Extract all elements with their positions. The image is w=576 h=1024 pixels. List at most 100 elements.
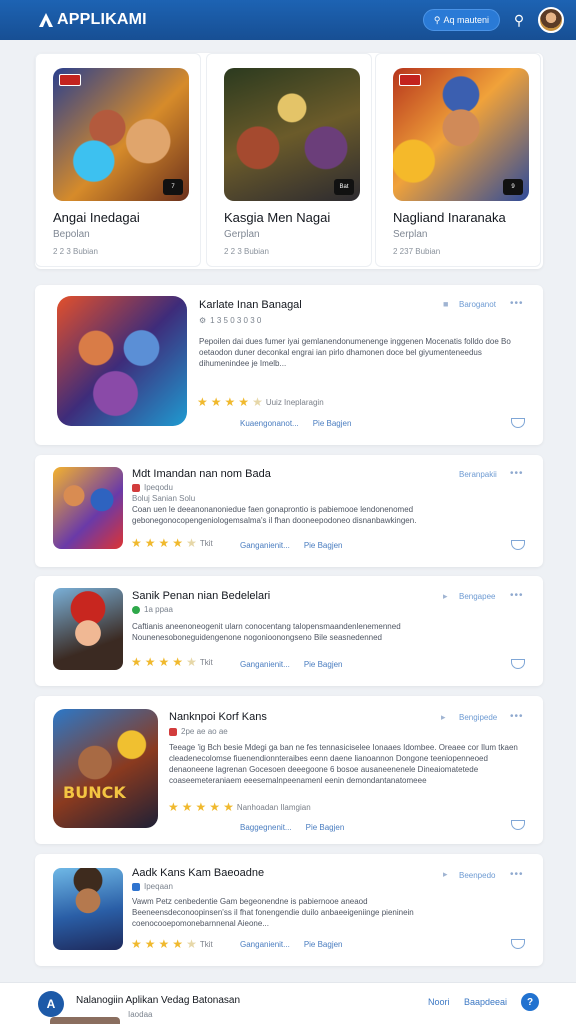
avatar[interactable] [538,7,564,33]
star-icon: ★ [209,800,221,814]
star-icon: ★ [210,395,222,409]
developer-icon [169,727,177,736]
help-icon[interactable]: ? [521,993,539,1011]
rating: ★ ★ ★ ★ ★ Tkit [131,938,213,950]
featured-sub-2: Gerplan [224,229,260,240]
item-category[interactable]: Beenpedo [459,871,495,880]
heart-icon[interactable] [511,820,525,830]
item-meta-text: Ipeqodu [144,483,173,492]
app-thumbnail[interactable]: BUNCK [53,709,158,828]
item-actions: Baggegnenit... Pie Bagjen [240,823,344,832]
heart-icon[interactable] [511,659,525,669]
heart-icon[interactable] [511,418,525,428]
featured-title-3: Nagliand Inaranaka [393,210,506,225]
action-link-1[interactable]: Ganganienit... [240,660,290,669]
developer-icon [132,483,140,492]
star-icon: ★ [172,655,184,669]
item-actions: Ganganienit... Pie Bagjen [240,660,343,669]
header-action-button[interactable]: ⚲ Aq mauteni [422,9,500,31]
footer-link-1[interactable]: Noori [428,997,450,1007]
rating-text: Nanhoadan Ilamgian [236,802,311,812]
list-item[interactable]: Sanik Penan nian Bedelelari 1a ppaa ▸ Be… [35,576,543,686]
rating-text: Tkit [199,657,213,667]
action-link-2[interactable]: Pie Bagjen [313,419,352,428]
action-link-1[interactable]: Baggegnenit... [240,823,292,832]
featured-title-2: Kasgia Men Nagai [224,210,331,225]
list-item[interactable]: Karlate Inan Banagal ⚙ 1 3 5 0 3 0 3 0 ■ … [35,285,543,445]
featured-card-1[interactable]: 7 Angai Inedagai Bepolan 2 2 3 Bubian [35,53,201,267]
star-icon: ★ [186,937,197,951]
item-sub-meta: Boluj Sanian Solu [132,494,196,503]
action-link-2[interactable]: Pie Bagjen [304,660,343,669]
app-thumbnail[interactable] [53,868,123,950]
star-icon: ★ [238,395,250,409]
star-icon: ★ [168,800,179,814]
share-icon[interactable]: ■ [443,299,448,309]
game-logo-tag [59,74,81,86]
action-link-1[interactable]: Ganganienit... [240,541,290,550]
item-title: Sanik Penan nian Bedelelari [132,590,271,602]
star-icon: ★ [172,536,184,550]
app-logo[interactable]: APPLIKAMI [38,11,147,29]
item-meta: ⚙ 1 3 5 0 3 0 3 0 [199,316,261,325]
star-icon: ★ [197,395,208,409]
info-icon[interactable]: ▸ [443,591,448,602]
item-meta: Ipeqaan [132,882,173,891]
star-icon: ★ [158,536,170,550]
more-icon[interactable]: ••• [510,711,524,722]
search-small-icon: ⚲ [433,14,441,25]
app-thumbnail[interactable] [53,467,123,549]
rating: ★ ★ ★ ★ ★ Uuiz Ineplaragin [197,396,324,408]
search-icon[interactable]: ⚲ [510,12,528,29]
item-category[interactable]: Baroganot [459,300,496,309]
action-link-2[interactable]: Pie Bagjen [304,541,343,550]
list-item[interactable]: BUNCK Nanknpoi Korf Kans 2pe ae ao ae ▸ … [35,696,543,844]
featured-image-1[interactable]: 7 [53,68,189,201]
heart-icon[interactable] [511,540,525,550]
action-link-2[interactable]: Pie Bagjen [306,823,345,832]
more-icon[interactable]: ••• [510,590,524,601]
more-icon[interactable]: ••• [510,869,524,880]
action-link-1[interactable]: Kuaengonanot... [240,419,299,428]
featured-image-2[interactable]: Bat [224,68,360,201]
rating: ★ ★ ★ ★ ★ Tkit [131,656,213,668]
item-description: Teeage 'ig Bch besie Mdegi ga ban ne fes… [169,743,518,785]
action-link-1[interactable]: Ganganienit... [240,940,290,949]
featured-row: 7 Angai Inedagai Bepolan 2 2 3 Bubian Ba… [35,53,543,269]
item-meta: 2pe ae ao ae [169,727,228,736]
footer-logo[interactable]: A [38,991,64,1017]
app-thumbnail[interactable] [57,296,187,426]
action-link-2[interactable]: Pie Bagjen [304,940,343,949]
app-thumbnail[interactable] [53,588,123,670]
featured-title-1: Angai Inedagai [53,210,140,225]
item-actions: Ganganienit... Pie Bagjen [240,940,343,949]
list-item[interactable]: Mdt Imandan nan nom Bada Ipeqodu Boluj S… [35,455,543,567]
item-category[interactable]: Bengipede [459,713,497,722]
heart-icon[interactable] [511,939,525,949]
featured-card-3[interactable]: 9 Nagliand Inaranaka Serplan 2 237 Bubia… [375,53,541,267]
item-meta: Ipeqodu [132,483,173,492]
featured-image-3[interactable]: 9 [393,68,529,201]
item-meta-text: Ipeqaan [144,882,173,891]
featured-meta-3: 2 237 Bubian [393,247,441,256]
rating-text: Uuiz Ineplaragin [265,397,324,407]
list-item[interactable]: Aadk Kans Kam Baeoadne Ipeqaan ▸ Beenped… [35,854,543,966]
footer-link-2[interactable]: Baapdeeai [464,997,507,1007]
item-category[interactable]: Beranpakii [459,470,497,479]
game-logo-tag [399,74,421,86]
info-icon[interactable]: ▸ [441,712,446,723]
item-description: Coan uen le deeanonanoniedue faen gonapr… [132,505,417,525]
item-title: Nanknpoi Korf Kans [169,711,267,723]
footer-thumbnail [50,1017,120,1024]
featured-card-2[interactable]: Bat Kasgia Men Nagai Gerplan 2 2 3 Bubia… [206,53,372,267]
more-icon[interactable]: ••• [510,298,524,309]
item-category[interactable]: Bengapee [459,592,495,601]
age-badge: Bat [334,179,354,195]
item-meta-text: 1a ppaa [144,605,173,614]
info-icon[interactable]: ▸ [443,869,448,880]
featured-meta-1: 2 2 3 Bubian [53,247,98,256]
developer-icon [132,605,140,614]
star-icon: ★ [144,655,156,669]
app-title: APPLIKAMI [57,11,147,28]
more-icon[interactable]: ••• [510,468,524,479]
